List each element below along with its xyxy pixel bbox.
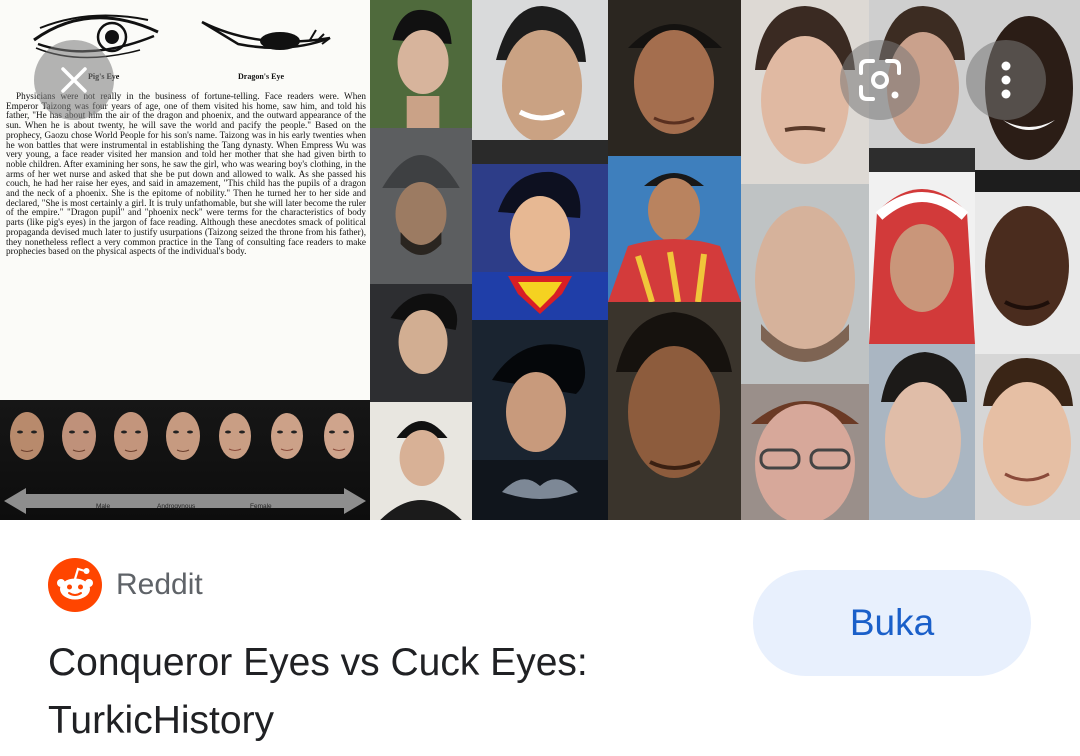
strip-label-female: Female <box>250 503 272 510</box>
face-thumbnail <box>271 413 303 459</box>
portrait-tile <box>741 384 869 520</box>
image-preview[interactable]: Pig's Eye Dragon's Eye Physicians were n… <box>0 0 1080 520</box>
strip-label-male: Male <box>96 503 111 510</box>
portrait-tile <box>608 302 741 520</box>
more-options-button[interactable] <box>966 40 1046 120</box>
reddit-logo-icon <box>48 558 102 612</box>
source-row[interactable]: Reddit <box>48 557 203 613</box>
close-icon <box>61 67 87 93</box>
open-button[interactable]: Buka <box>753 570 1031 676</box>
portrait-tile <box>370 402 472 520</box>
portrait-tile <box>370 0 472 128</box>
source-name: Reddit <box>116 568 203 601</box>
portrait-tile <box>975 354 1080 520</box>
portrait-tile <box>869 344 975 520</box>
comic-dark-hero-tile <box>472 320 608 520</box>
portrait-tile <box>869 172 975 344</box>
strip-label-androgynous: Androgynous <box>157 503 196 510</box>
lens-icon <box>859 59 901 101</box>
comic-hero-tile <box>472 164 608 320</box>
dragon-eye-drawing <box>201 20 331 50</box>
face-thumbnail <box>62 412 96 460</box>
close-button[interactable] <box>34 40 114 120</box>
spectrum-arrow <box>4 488 366 514</box>
face-thumbnail <box>166 412 200 460</box>
result-title[interactable]: Conqueror Eyes vs Cuck Eyes: TurkicHisto… <box>48 634 708 750</box>
more-vert-icon <box>1001 61 1011 99</box>
portrait-tile <box>975 192 1080 354</box>
face-thumbnail <box>219 413 251 459</box>
portrait-tile <box>472 0 608 164</box>
portrait-tile <box>741 184 869 384</box>
portrait-tile <box>608 156 741 302</box>
face-thumbnail <box>114 412 148 460</box>
dragon-eye-caption: Dragon's Eye <box>238 72 284 81</box>
face-morph-strip: Male Androgynous Female <box>0 400 370 520</box>
portrait-tile <box>370 128 472 284</box>
portrait-tile <box>608 0 741 156</box>
portrait-tile <box>370 284 472 402</box>
lens-button[interactable] <box>840 40 920 120</box>
face-thumbnail <box>324 413 354 459</box>
face-thumbnail <box>10 412 44 460</box>
